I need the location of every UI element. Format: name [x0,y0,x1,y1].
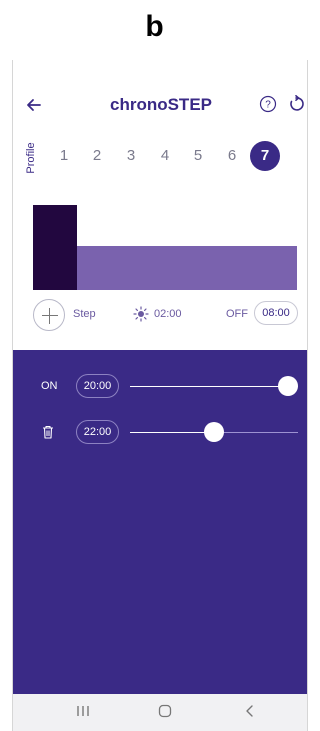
step-row-1: 22:00 [13,418,307,448]
step-slider-fill [130,432,214,433]
profile-label: Profile [25,142,37,174]
profile-option-1[interactable]: 1 [49,141,79,171]
svg-text:?: ? [265,100,271,111]
sun-time: 02:00 [154,308,182,320]
on-slider[interactable] [130,386,298,387]
profile-option-7[interactable]: 7 [250,141,280,171]
profile-option-5[interactable]: 5 [183,141,213,171]
help-icon[interactable]: ? [259,95,277,113]
chart-step-1 [33,205,77,290]
on-slider-thumb[interactable] [277,376,298,396]
profile-option-2[interactable]: 2 [82,141,112,171]
top-bar: chronoSTEP ? [13,90,307,120]
sun-icon [133,306,149,322]
trash-icon[interactable] [42,425,54,439]
add-step-button[interactable] [33,299,65,331]
schedule-panel: ON 20:00 22:00 [13,350,307,694]
on-time-field[interactable]: 20:00 [76,374,119,398]
recent-apps-icon[interactable] [75,704,91,718]
phone-screen: chronoSTEP ? Profile 1 2 3 4 5 6 7 Step [12,60,308,731]
reset-icon[interactable] [287,95,305,113]
figure-label: b [145,10,164,43]
step-label: Step [73,308,96,320]
android-nav-bar [13,694,307,731]
step-time-field[interactable]: 22:00 [76,420,119,444]
profile-option-3[interactable]: 3 [116,141,146,171]
step-controls: Step 02:00 OFF 08:00 [13,297,307,333]
step-chart [33,205,297,290]
profile-selector: Profile 1 2 3 4 5 6 7 [13,138,307,174]
chart-step-2 [77,246,297,290]
back-icon[interactable] [243,704,257,718]
off-time-field[interactable]: 08:00 [254,301,298,325]
on-label: ON [41,380,58,392]
step-slider-thumb[interactable] [204,422,224,442]
home-icon[interactable] [158,704,172,718]
on-row: ON 20:00 [13,372,307,402]
on-slider-fill [130,386,288,387]
profile-option-6[interactable]: 6 [217,141,247,171]
off-label: OFF [226,308,248,320]
profile-option-4[interactable]: 4 [150,141,180,171]
